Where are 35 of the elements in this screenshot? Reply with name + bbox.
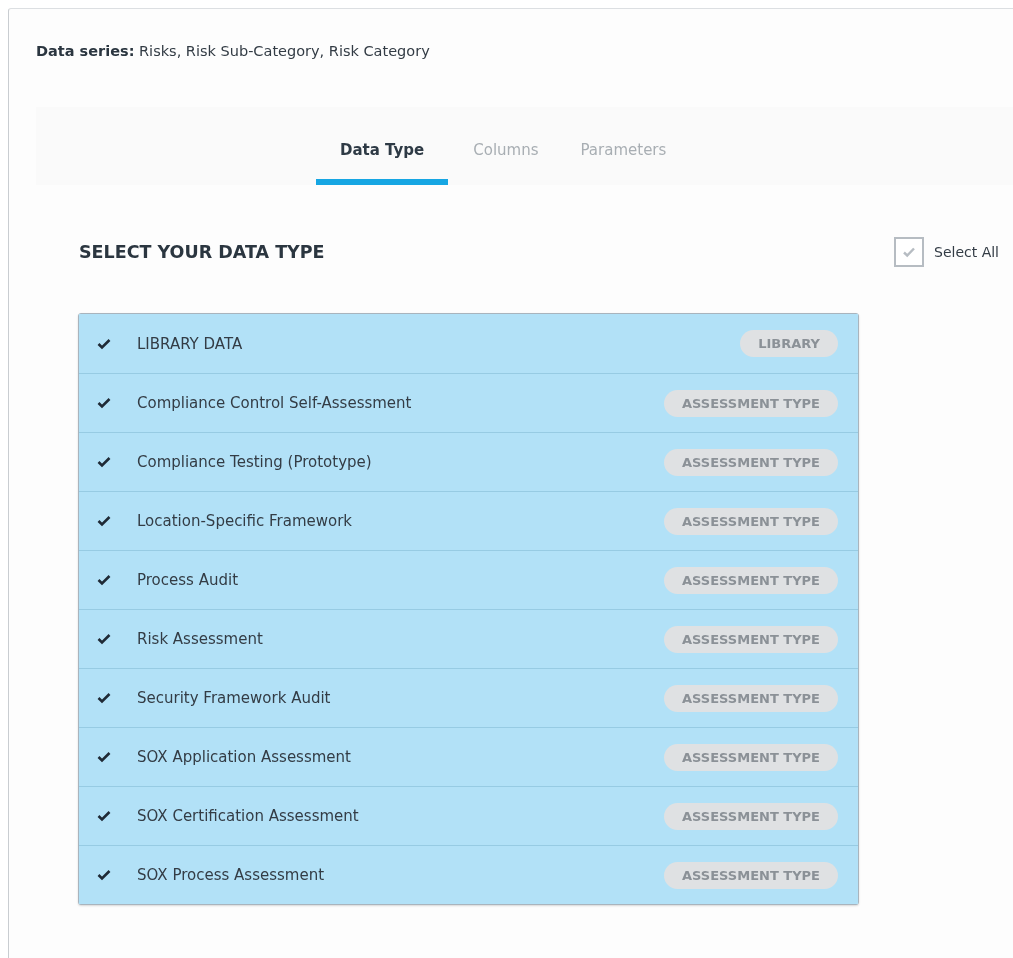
select-all-label: Select All xyxy=(934,244,999,260)
checkmark-icon xyxy=(97,574,111,586)
list-item[interactable]: SOX Certification Assessment ASSESSMENT TYPE xyxy=(79,786,858,845)
list-item[interactable]: Location-Specific Framework ASSESSMENT TYPE xyxy=(79,491,858,550)
list-item[interactable]: SOX Application Assessment ASSESSMENT TYPE xyxy=(79,727,858,786)
tab[interactable]: Data Type xyxy=(316,107,449,185)
list-item[interactable]: Compliance Testing (Prototype) ASSESSMENT TYPE xyxy=(79,432,858,491)
list-item[interactable]: Security Framework Audit ASSESSMENT TYPE xyxy=(79,668,858,727)
checkmark-icon xyxy=(97,456,111,468)
type-badge: ASSESSMENT TYPE xyxy=(664,802,838,830)
section-title: SELECT YOUR DATA TYPE xyxy=(79,242,325,262)
type-badge: ASSESSMENT TYPE xyxy=(664,566,838,594)
list-item[interactable]: Compliance Control Self-Assessment ASSESSMENT TYPE xyxy=(79,373,858,432)
checkmark-icon xyxy=(97,810,111,822)
checkmark-icon xyxy=(97,337,111,350)
checkmark-icon xyxy=(97,515,111,527)
checkmark-icon xyxy=(97,751,111,763)
list-item[interactable]: LIBRARY DATA LIBRARY xyxy=(79,314,858,373)
type-badge: ASSESSMENT TYPE xyxy=(664,389,838,417)
checkbox[interactable] xyxy=(894,237,924,267)
type-badge: ASSESSMENT TYPE xyxy=(664,625,838,653)
type-badge: LIBRARY xyxy=(740,330,838,357)
type-badge: ASSESSMENT TYPE xyxy=(664,743,838,771)
list-item[interactable]: SOX Process Assessment ASSESSMENT TYPE xyxy=(79,845,858,904)
data-series-text: Data series: Risks, Risk Sub-Category, Risk Category xyxy=(35,42,431,61)
type-badge: ASSESSMENT TYPE xyxy=(664,507,838,535)
list-item[interactable]: Risk Assessment ASSESSMENT TYPE xyxy=(79,609,858,668)
checkmark-icon xyxy=(97,869,111,881)
checkmark-icon xyxy=(97,692,111,704)
checkmark-icon xyxy=(97,633,111,645)
list-item[interactable]: Process Audit ASSESSMENT TYPE xyxy=(79,550,858,609)
type-badge: ASSESSMENT TYPE xyxy=(664,684,838,712)
type-badge: ASSESSMENT TYPE xyxy=(664,448,838,476)
checkmark-icon xyxy=(97,397,111,409)
type-badge: ASSESSMENT TYPE xyxy=(664,861,838,889)
